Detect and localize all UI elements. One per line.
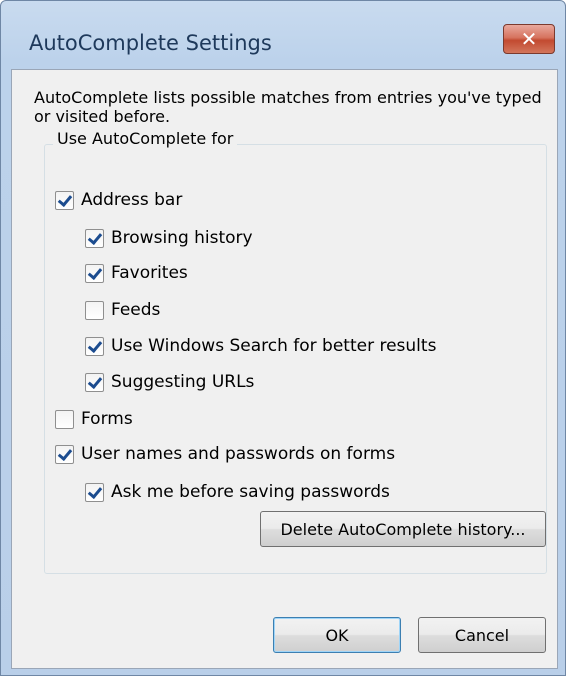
browsing-history-label: Browsing history	[111, 228, 253, 248]
delete-autocomplete-history-button[interactable]: Delete AutoComplete history...	[260, 511, 546, 547]
option-forms[interactable]: Forms	[55, 407, 133, 431]
dialog-title: AutoComplete Settings	[29, 31, 272, 55]
user-names-passwords-label: User names and passwords on forms	[81, 444, 396, 464]
forms-checkbox[interactable]	[55, 409, 74, 429]
favorites-checkbox[interactable]	[85, 263, 104, 283]
forms-label: Forms	[81, 409, 133, 429]
ask-before-saving-label: Ask me before saving passwords	[111, 482, 390, 502]
dialog-content: AutoComplete lists possible matches from…	[11, 69, 558, 669]
option-suggesting-urls[interactable]: Suggesting URLs	[85, 370, 254, 394]
suggesting-urls-label: Suggesting URLs	[111, 372, 255, 392]
close-icon: ✕	[520, 27, 538, 51]
option-user-names-passwords[interactable]: User names and passwords on forms	[55, 442, 395, 466]
close-button[interactable]: ✕	[503, 24, 555, 54]
windows-search-checkbox[interactable]	[85, 336, 104, 356]
feeds-checkbox[interactable]	[85, 300, 104, 320]
feeds-label: Feeds	[111, 300, 161, 320]
favorites-label: Favorites	[111, 263, 188, 283]
option-browsing-history[interactable]: Browsing history	[85, 226, 253, 250]
address-bar-label: Address bar	[81, 190, 183, 210]
group-label: Use AutoComplete for	[53, 129, 238, 149]
option-feeds[interactable]: Feeds	[85, 298, 160, 322]
cancel-button[interactable]: Cancel	[418, 617, 546, 653]
option-favorites[interactable]: Favorites	[85, 261, 188, 285]
user-names-passwords-checkbox[interactable]	[55, 444, 74, 464]
description-text: AutoComplete lists possible matches from…	[34, 88, 542, 126]
browsing-history-checkbox[interactable]	[85, 228, 104, 248]
option-address-bar[interactable]: Address bar	[55, 188, 182, 212]
ok-button[interactable]: OK	[273, 617, 401, 653]
ask-before-saving-checkbox[interactable]	[85, 482, 104, 502]
option-windows-search[interactable]: Use Windows Search for better results	[85, 334, 436, 358]
option-ask-before-saving[interactable]: Ask me before saving passwords	[85, 480, 390, 504]
address-bar-checkbox[interactable]	[55, 190, 74, 210]
suggesting-urls-checkbox[interactable]	[85, 372, 104, 392]
autocomplete-settings-dialog: AutoComplete Settings ✕ AutoComplete lis…	[0, 0, 566, 676]
title-bar[interactable]: AutoComplete Settings ✕	[1, 1, 565, 55]
windows-search-label: Use Windows Search for better results	[111, 336, 437, 356]
